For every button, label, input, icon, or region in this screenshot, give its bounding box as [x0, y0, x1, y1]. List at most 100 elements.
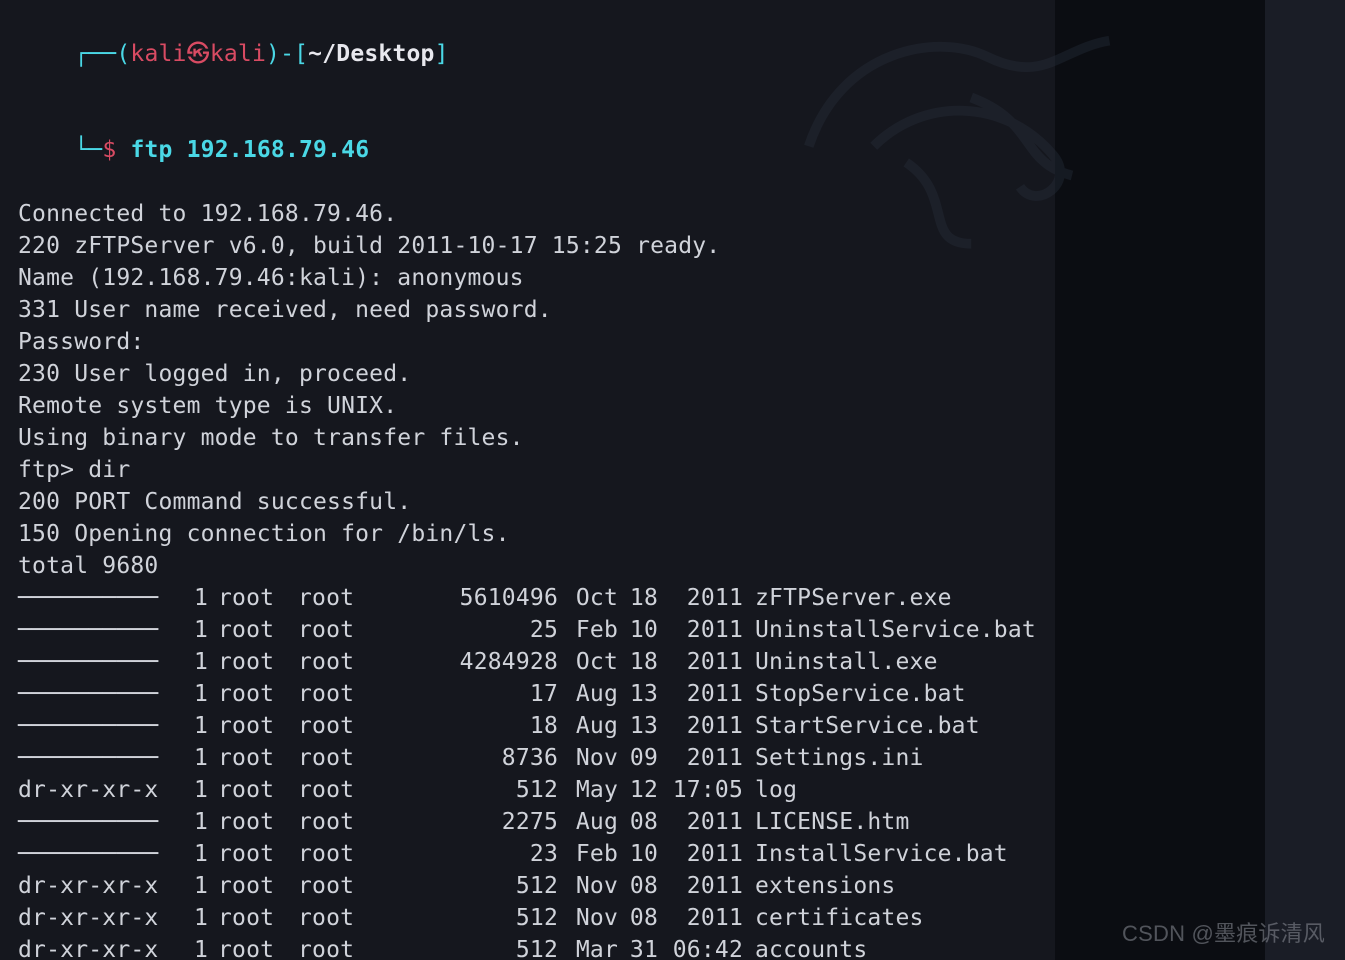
user: root [218, 902, 298, 934]
prompt-user: kali [130, 41, 186, 67]
group: root [298, 614, 428, 646]
prompt-path: ~/Desktop [308, 41, 434, 67]
filename: extensions [755, 870, 895, 902]
year: 2011 [658, 870, 743, 902]
user: root [218, 838, 298, 870]
user: root [218, 614, 298, 646]
filename: certificates [755, 902, 924, 934]
filename: zFTPServer.exe [755, 582, 952, 614]
prompt-decor: ┌──( [74, 41, 130, 67]
perm: ────────── [18, 838, 178, 870]
prompt-dollar: $ [102, 137, 116, 163]
filename: StopService.bat [755, 678, 966, 710]
user: root [218, 646, 298, 678]
user: root [218, 678, 298, 710]
day: 12 [618, 774, 658, 806]
links: 1 [178, 614, 208, 646]
links: 1 [178, 870, 208, 902]
terminal-window[interactable]: ┌──(kali㉿kali)-[~/Desktop] └─$ ftp 192.1… [0, 0, 1345, 960]
size: 512 [428, 774, 558, 806]
group: root [298, 678, 428, 710]
group: root [298, 806, 428, 838]
prompt-host: kali [210, 41, 266, 67]
group: root [298, 774, 428, 806]
perm: dr-xr-xr-x [18, 934, 178, 960]
size: 512 [428, 902, 558, 934]
links: 1 [178, 838, 208, 870]
user: root [218, 806, 298, 838]
size: 512 [428, 934, 558, 960]
year: 2011 [658, 582, 743, 614]
size: 18 [428, 710, 558, 742]
day: 18 [618, 582, 658, 614]
scrollbar-track[interactable] [1265, 0, 1345, 960]
year: 2011 [658, 646, 743, 678]
scroll-gutter [1055, 0, 1345, 960]
prompt-sep: ㉿ [187, 41, 210, 67]
day: 09 [618, 742, 658, 774]
year: 2011 [658, 742, 743, 774]
day: 18 [618, 646, 658, 678]
size: 23 [428, 838, 558, 870]
links: 1 [178, 774, 208, 806]
month: Oct [558, 646, 618, 678]
size: 5610496 [428, 582, 558, 614]
day: 08 [618, 806, 658, 838]
month: Nov [558, 870, 618, 902]
day: 31 [618, 934, 658, 960]
year: 2011 [658, 806, 743, 838]
month: Feb [558, 838, 618, 870]
day: 13 [618, 710, 658, 742]
month: Mar [558, 934, 618, 960]
filename: LICENSE.htm [755, 806, 910, 838]
user: root [218, 710, 298, 742]
year: 2011 [658, 710, 743, 742]
perm: dr-xr-xr-x [18, 902, 178, 934]
links: 1 [178, 806, 208, 838]
group: root [298, 582, 428, 614]
group: root [298, 646, 428, 678]
group: root [298, 742, 428, 774]
size: 512 [428, 870, 558, 902]
links: 1 [178, 742, 208, 774]
perm: dr-xr-xr-x [18, 774, 178, 806]
user: root [218, 870, 298, 902]
year: 06:42 [658, 934, 743, 960]
day: 13 [618, 678, 658, 710]
day: 10 [618, 614, 658, 646]
perm: ────────── [18, 614, 178, 646]
size: 2275 [428, 806, 558, 838]
year: 2011 [658, 902, 743, 934]
perm: ────────── [18, 806, 178, 838]
perm: ────────── [18, 742, 178, 774]
links: 1 [178, 646, 208, 678]
year: 2011 [658, 678, 743, 710]
perm: ────────── [18, 710, 178, 742]
size: 4284928 [428, 646, 558, 678]
month: Aug [558, 678, 618, 710]
user: root [218, 774, 298, 806]
perm: dr-xr-xr-x [18, 870, 178, 902]
month: Oct [558, 582, 618, 614]
year: 2011 [658, 838, 743, 870]
user: root [218, 582, 298, 614]
links: 1 [178, 934, 208, 960]
typed-command: ftp 192.168.79.46 [130, 137, 369, 163]
user: root [218, 742, 298, 774]
size: 17 [428, 678, 558, 710]
group: root [298, 870, 428, 902]
filename: Uninstall.exe [755, 646, 938, 678]
group: root [298, 934, 428, 960]
size: 25 [428, 614, 558, 646]
filename: log [755, 774, 797, 806]
prompt-decor2: )-[ [266, 41, 308, 67]
filename: accounts [755, 934, 867, 960]
perm: ────────── [18, 582, 178, 614]
prompt-decor4: └─ [74, 137, 102, 163]
group: root [298, 838, 428, 870]
filename: InstallService.bat [755, 838, 1008, 870]
links: 1 [178, 902, 208, 934]
day: 08 [618, 902, 658, 934]
group: root [298, 710, 428, 742]
size: 8736 [428, 742, 558, 774]
